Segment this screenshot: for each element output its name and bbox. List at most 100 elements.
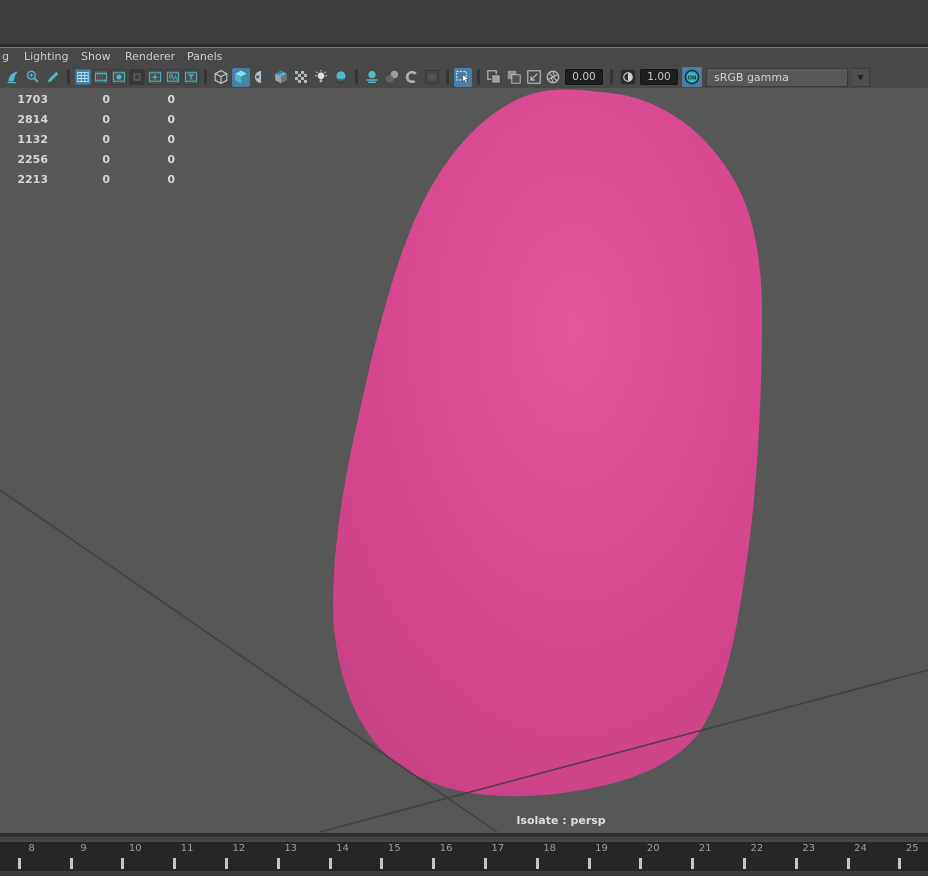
hud-value: 0 [167,113,175,126]
safe-title-icon[interactable] [183,69,199,85]
panel-menubar: g Lighting Show Renderer Panels [0,48,928,66]
hud-value: 0 [102,133,110,146]
grid-icon[interactable] [75,69,91,85]
gamma-on-label: ON [687,75,696,81]
frame-number: 11 [180,843,194,854]
frame-tick [846,858,850,869]
hud-row: 1132 0 0 [0,133,175,153]
toolbar-separator [204,69,207,85]
frame-number: 13 [284,843,298,854]
frame-number: 19 [595,843,608,854]
timeline-bottom-band [0,871,928,876]
chevron-down-icon[interactable]: ▼ [852,67,870,87]
maya-viewport-panel: g Lighting Show Renderer Panels ON sRGB … [0,0,928,876]
menu-lighting[interactable]: Lighting [24,50,68,63]
frame-number: 10 [128,843,142,854]
frame-tick [380,858,384,869]
frame-number: 9 [80,843,87,854]
frame-number: 8 [28,843,35,854]
viewport-canvas[interactable] [0,88,928,833]
frame-tick [742,858,746,869]
hud-value: 1132 [17,133,48,146]
wireframe-cube-icon[interactable] [212,68,230,87]
hud-value: 0 [102,93,110,106]
frame-tick [898,858,902,869]
time-slider[interactable]: 8 9 10 11 12 13 14 15 16 17 18 19 20 21 22 23 24 25 [0,842,928,871]
film-gate-icon[interactable] [93,69,109,85]
color-management-controls: ON sRGB gamma ▼ [545,66,870,88]
frame-number: 14 [336,843,349,854]
viewport[interactable]: 1703 0 0 2814 0 0 1132 0 0 2256 0 0 2213 0 0 Isolate :… [0,88,928,833]
shadows-icon[interactable] [332,68,350,87]
frame-number: 22 [750,843,764,854]
frame-tick [483,858,487,869]
frame-tick [639,858,643,869]
hud-value: 0 [167,93,175,106]
hud-value: 2814 [17,113,48,126]
sail-icon[interactable] [4,68,22,87]
isolated-object[interactable] [333,89,763,797]
hud-value: 0 [167,133,175,146]
contrast-field[interactable] [640,69,678,85]
xray-icon[interactable] [485,68,503,87]
toolbar-separator [67,69,70,85]
menu-shading-partial[interactable]: g [2,50,9,63]
frame-number: 12 [232,843,246,854]
checker-icon[interactable] [292,68,310,87]
exposure-field[interactable] [565,69,603,85]
frame-tick [794,858,798,869]
frame-tick [691,858,695,869]
aperture-icon[interactable] [545,69,561,85]
toolbar-separator [355,69,358,85]
blank-swatch-icon[interactable] [423,68,441,87]
safe-action-icon[interactable] [165,69,181,85]
top-panel-strip [0,0,928,44]
frame-number: 24 [854,843,867,854]
hud-row: 2213 0 0 [0,173,175,193]
hud-value: 0 [102,113,110,126]
colorspace-dropdown[interactable]: sRGB gamma [706,67,848,87]
anti-alias-icon[interactable] [403,68,421,87]
isolate-mode-label: Isolate : persp [516,814,606,827]
menu-show[interactable]: Show [81,50,111,63]
frame-tick [587,858,591,869]
resize-arrow-icon[interactable] [525,68,543,87]
frame-tick [121,858,125,869]
pencil-icon[interactable] [44,68,62,87]
frame-tick [328,858,332,869]
frame-number: 23 [802,843,816,854]
hud-value: 1703 [17,93,48,106]
lights-icon[interactable] [312,68,330,87]
menu-renderer[interactable]: Renderer [125,50,175,63]
pan-zoom-magnifier-icon[interactable] [24,68,42,87]
frame-number: 25 [905,843,919,854]
resolution-gate-icon[interactable] [111,69,127,85]
frame-tick [173,858,177,869]
frame-number: 18 [543,843,557,854]
gate-mask-icon[interactable] [129,69,145,85]
contrast-icon[interactable] [620,69,636,85]
poly-count-hud: 1703 0 0 2814 0 0 1132 0 0 2256 0 0 2213 0 0 [0,93,175,193]
ssao-icon[interactable] [363,68,381,87]
frame-tick [276,858,280,869]
toolbar-separator [610,69,613,85]
menu-panels[interactable]: Panels [187,50,222,63]
frame-number: 21 [698,843,712,854]
shaded-cube-icon[interactable] [232,67,250,87]
frame-tick [69,858,73,869]
motion-blur-icon[interactable] [383,68,401,87]
colorspace-selected-value: sRGB gamma [714,70,789,84]
frame-number: 17 [491,843,505,854]
hud-row: 2814 0 0 [0,113,175,133]
hud-row: 2256 0 0 [0,153,175,173]
isolate-select-icon[interactable] [454,67,472,87]
material-sphere-icon[interactable] [252,68,270,87]
frame-number: 16 [439,843,453,854]
xray-joints-icon[interactable] [505,68,523,87]
field-chart-icon[interactable] [147,69,163,85]
gamma-enable-toggle[interactable]: ON [682,67,702,87]
hud-value: 2256 [17,153,48,166]
textured-cube-icon[interactable] [272,68,290,87]
hud-value: 0 [167,153,175,166]
frame-tick [224,858,228,869]
